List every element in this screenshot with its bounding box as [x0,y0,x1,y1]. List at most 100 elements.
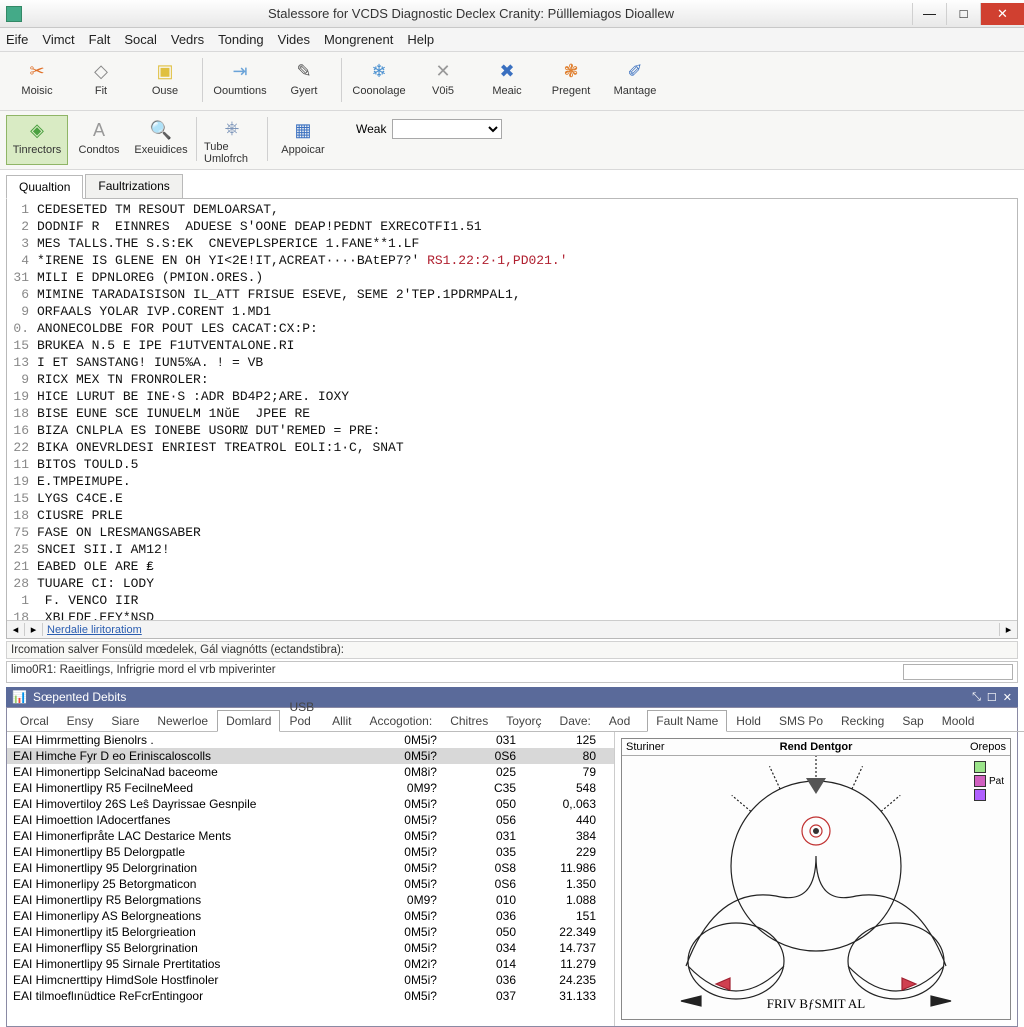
subtab-orcal[interactable]: Orcal [11,710,58,731]
panel-close-icon[interactable]: ✕ [1003,691,1012,704]
menu-mongrenent[interactable]: Mongrenent [324,32,393,47]
code-line[interactable]: 18 XBLEDE.EEY*NSD [7,609,1017,620]
menu-help[interactable]: Help [407,32,434,47]
editor-link[interactable]: Nerdalie liritoratiom [47,624,142,636]
code-line[interactable]: 21EABED OLE ARE ₤ [7,558,1017,575]
scroll-left-button[interactable]: ◂ [7,623,25,636]
table-row[interactable]: EAI Himcnerttipy HimdSole Hostfinoler0M5… [7,972,614,988]
menu-falt[interactable]: Falt [89,32,111,47]
subtab-ensy[interactable]: Ensy [58,710,103,731]
toolbtn-exeuidices[interactable]: 🔍Exeuidices [130,115,192,165]
menu-vides[interactable]: Vides [278,32,310,47]
code-line[interactable]: 19E.TMPEIMUPE. [7,473,1017,490]
subtab-siare[interactable]: Siare [102,710,148,731]
table-row[interactable]: EAI Himonertlipy 95 Delorgrination0M5i?0… [7,860,614,876]
table-row[interactable]: EAI Himonertlipy it5 Belorgrieation0M5i?… [7,924,614,940]
table-row[interactable]: EAI Himonerflipy S5 Belorgrination0M5i?0… [7,940,614,956]
menu-vimct[interactable]: Vimct [42,32,74,47]
subtab-toyor[interactable]: Toyorç [497,710,550,731]
code-line[interactable]: 6MIMINE TARADAISISON IL_ATT FRISUE ESEVE… [7,286,1017,303]
table-row[interactable]: EAI Himovertiloy 26S Leŝ Dayrissae Gesnp… [7,796,614,812]
scroll-end-button[interactable]: ▸ [999,623,1017,636]
toolbtn-meaic[interactable]: ✖Meaic [476,56,538,106]
code-line[interactable]: 2DODNIF R EINNRES ADUESE S'OONE DEAP!PED… [7,218,1017,235]
subtab-recking[interactable]: Recking [832,710,893,731]
code-line[interactable]: 16BIZA CNLPLA ES IONEBE USORǱ DUT'REMED … [7,422,1017,439]
toolbtn-v0i5[interactable]: ✕V0i5 [412,56,474,106]
table-row[interactable]: EAI Himonertlipy B5 Delorgpatle0M5i?0352… [7,844,614,860]
tab-quualtion[interactable]: Quualtion [6,175,83,199]
table-row[interactable]: EAI Himonertlipy 95 Sirnale Prertitatios… [7,956,614,972]
code-line[interactable]: 15BRUKEA N.5 E IPE F1UTVENTALONE.RI [7,337,1017,354]
toolbtn-mantage[interactable]: ✐Mantage [604,56,666,106]
panel-expand-icon[interactable]: ⤡ [972,691,981,704]
code-line[interactable]: 19HICE LURUT BE INE·S :ADR BD4P2;ARE. IO… [7,388,1017,405]
code-line[interactable]: 18CIUSRE PRLE [7,507,1017,524]
subtab-moold[interactable]: Moold [933,710,984,731]
code-line[interactable]: 75FASE ON LRESMANGSABER [7,524,1017,541]
code-line[interactable]: 0.ANONECOLDBE FOR POUT LES CACAT:CX:P: [7,320,1017,337]
table-row[interactable]: EAI Himche Fyr D eo Eriniscaloscolls0M5i… [7,748,614,764]
table-row[interactable]: EAI Himrmetting Bienolrs .0M5i?031125 [7,732,614,748]
table-row[interactable]: EAI Himonertlipy R5 Belorgmations0M9?010… [7,892,614,908]
code-line[interactable]: 9RICX MEX TN FRONROLER: [7,371,1017,388]
menu-vedrs[interactable]: Vedrs [171,32,204,47]
panel-max-icon[interactable]: ☐ [987,691,997,704]
subtab-newerloe[interactable]: Newerloe [148,710,217,731]
subtab-smspo[interactable]: SMS Po [770,710,832,731]
subtab-aod[interactable]: Aod [600,710,639,731]
toolbtn-tube umlofrch[interactable]: ⎈Tube Umlofrch [201,115,263,165]
table-row[interactable]: EAI Himonerfipråte LAC Destarice Ments0M… [7,828,614,844]
toolbtn-appoicar[interactable]: ▦Appoicar [272,115,334,165]
code-line[interactable]: 31MILI E DPNLOREG (PMION.ORES.) [7,269,1017,286]
table-row[interactable]: EAI Himonerlipy AS Belorgneations0M5i?03… [7,908,614,924]
code-line[interactable]: 4*IRENE IS GLENE EN OH YI<2E!IT,ACREAT··… [7,252,1017,269]
toolbtn-coonolage[interactable]: ❄Coonolage [348,56,410,106]
subtab-accogotion[interactable]: Accogotion: [360,710,441,731]
table-row[interactable]: EAI Himonertlipy R5 FecilneMeed0M9?C3554… [7,780,614,796]
table-row[interactable]: EAI Himonertipp SelcinaNad baceome0M8i?0… [7,764,614,780]
menu-tonding[interactable]: Tonding [218,32,264,47]
table-row[interactable]: EAI tilmoeflınüdtice ReFcrEntingoor0M5i?… [7,988,614,1004]
code-editor[interactable]: 1CEDESETED TM RESOUT DEMLOARSAT,2DODNIF … [7,199,1017,620]
tab-faultrizations[interactable]: Faultrizations [85,174,182,198]
subtab-domlard[interactable]: Domlard [217,710,280,732]
subtab-chitres[interactable]: Chitres [441,710,497,731]
subtab-sap[interactable]: Sap [893,710,932,731]
code-line[interactable]: 3MES TALLS.THE S.S:EK CNEVEPLSPERICE 1.F… [7,235,1017,252]
subtab-usbpod[interactable]: USB Pod [280,696,323,731]
code-line[interactable]: 11BITOS TOULD.5 [7,456,1017,473]
toolbtn-tinrectors[interactable]: ◈Tinrectors [6,115,68,165]
subtab-hold[interactable]: Hold [727,710,770,731]
subtab-dave[interactable]: Dave: [551,710,600,731]
code-line[interactable]: 13I ET SANSTANG! IUN5%A. ! = VB [7,354,1017,371]
toolbtn-moisic[interactable]: ✂Moisic [6,56,68,106]
table-row[interactable]: EAI Himonerlipy 25 Betorgmaticon0M5i?0S6… [7,876,614,892]
menu-eife[interactable]: Eife [6,32,28,47]
table-row[interactable]: EAI Himoettion IAdocertfanes0M5i?056440 [7,812,614,828]
scroll-right-button[interactable]: ▸ [25,623,43,636]
menu-socal[interactable]: Socal [124,32,157,47]
toolbtn-ouse[interactable]: ▣Ouse [134,56,196,106]
toolbtn-ooumtions[interactable]: ⇥Ooumtions [209,56,271,106]
editor-hscroll[interactable]: ◂ ▸ Nerdalie liritoratiom ▸ [7,620,1017,638]
code-line[interactable]: 1CEDESETED TM RESOUT DEMLOARSAT, [7,201,1017,218]
subtab-allit[interactable]: Allit [323,710,360,731]
code-line[interactable]: 18BISE EUNE SCE IUNUELM 1NŭE JPEE RE [7,405,1017,422]
info-input-box[interactable] [903,664,1013,680]
minimize-button[interactable]: — [912,3,946,25]
toolbtn-pregent[interactable]: ❃Pregent [540,56,602,106]
table-pane[interactable]: EAI Himrmetting Bienolrs .0M5i?031125EAI… [7,732,615,1026]
maximize-button[interactable]: □ [946,3,980,25]
close-button[interactable]: ✕ [980,3,1024,25]
toolbtn-condtos[interactable]: ACondtos [68,115,130,165]
code-line[interactable]: 25SNCEI SII.I AM12! [7,541,1017,558]
code-line[interactable]: 15LYGS C4CE.E [7,490,1017,507]
weak-select[interactable] [392,119,502,139]
toolbtn-fit[interactable]: ◇Fit [70,56,132,106]
code-line[interactable]: 9ORFAALS YOLAR IVP.CORENT 1.MD1 [7,303,1017,320]
toolbtn-gyert[interactable]: ✎Gyert [273,56,335,106]
code-line[interactable]: 1 F. VENCO IIR [7,592,1017,609]
subtab-faultname[interactable]: Fault Name [647,710,727,732]
code-line[interactable]: 22BIKA ONEVRLDESI ENRIEST TREATROL EOLI:… [7,439,1017,456]
